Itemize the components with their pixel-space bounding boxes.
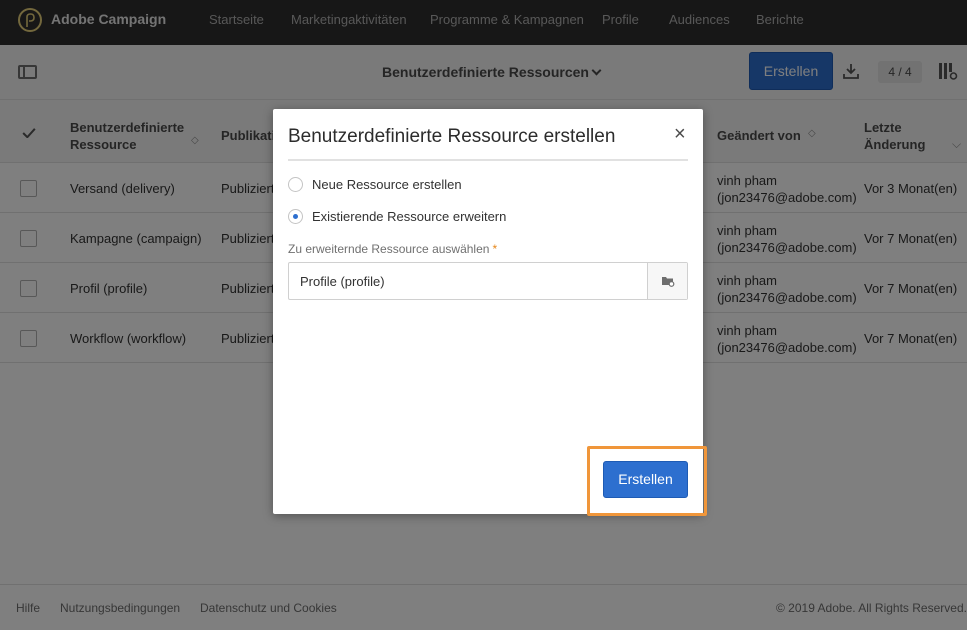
dialog-title: Benutzerdefinierte Ressource erstellen — [288, 126, 616, 147]
resource-select-value[interactable]: Profile (profile) — [300, 274, 385, 289]
required-marker: * — [492, 242, 498, 256]
folder-picker-button[interactable] — [647, 263, 687, 299]
radio-extend-resource[interactable] — [288, 209, 303, 224]
resource-select-label: Zu erweiternde Ressource auswählen * — [288, 242, 497, 256]
resource-select-field[interactable]: Profile (profile) — [288, 262, 688, 300]
dialog-create-button[interactable]: Erstellen — [603, 461, 688, 498]
close-icon[interactable]: × — [674, 124, 686, 144]
radio-new-resource[interactable] — [288, 177, 303, 192]
resource-select-label-text: Zu erweiternde Ressource auswählen — [288, 242, 490, 256]
folder-picker-icon — [662, 277, 675, 287]
radio-label-extend-resource[interactable]: Existierende Ressource erweitern — [312, 209, 506, 224]
dialog-divider — [288, 159, 688, 161]
radio-label-new-resource[interactable]: Neue Ressource erstellen — [312, 177, 462, 192]
